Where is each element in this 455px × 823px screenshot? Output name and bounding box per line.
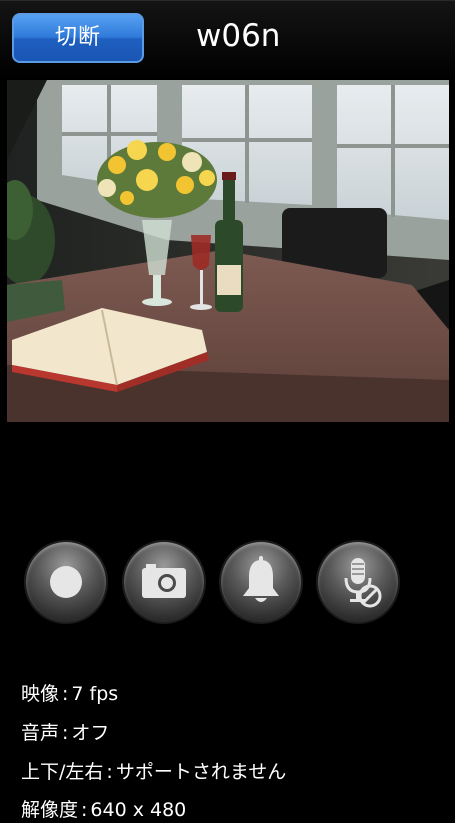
top-divider xyxy=(0,0,455,1)
camera-image xyxy=(7,80,449,422)
pan-tilt-label: 上下/左右 xyxy=(21,761,104,783)
audio-label: 音声 xyxy=(21,722,60,744)
control-bar xyxy=(0,540,455,626)
pan-tilt-value: サポートされません xyxy=(115,761,287,783)
pan-tilt-line: 上下/左右: サポートされません xyxy=(21,761,287,783)
bell-icon xyxy=(243,556,279,602)
record-icon xyxy=(50,566,82,598)
alarm-button[interactable] xyxy=(219,540,303,624)
disconnect-button[interactable]: 切断 xyxy=(12,13,144,63)
microphone-button[interactable] xyxy=(316,540,400,624)
camera-feed[interactable] xyxy=(7,80,449,422)
resolution-line: 解像度:640 x 480 xyxy=(21,799,187,821)
video-fps-line: 映像:7 fps xyxy=(21,683,119,705)
mic-muted-icon xyxy=(344,558,382,608)
video-value: 7 fps xyxy=(71,683,119,705)
record-button[interactable] xyxy=(24,540,108,624)
audio-line: 音声: オフ xyxy=(21,722,110,744)
camera-icon xyxy=(142,564,186,598)
snapshot-button[interactable] xyxy=(122,540,206,624)
device-name-title: w06n xyxy=(196,18,281,54)
audio-value: オフ xyxy=(71,722,110,744)
top-bar: 切断 w06n xyxy=(0,0,455,80)
video-label: 映像 xyxy=(21,683,60,705)
